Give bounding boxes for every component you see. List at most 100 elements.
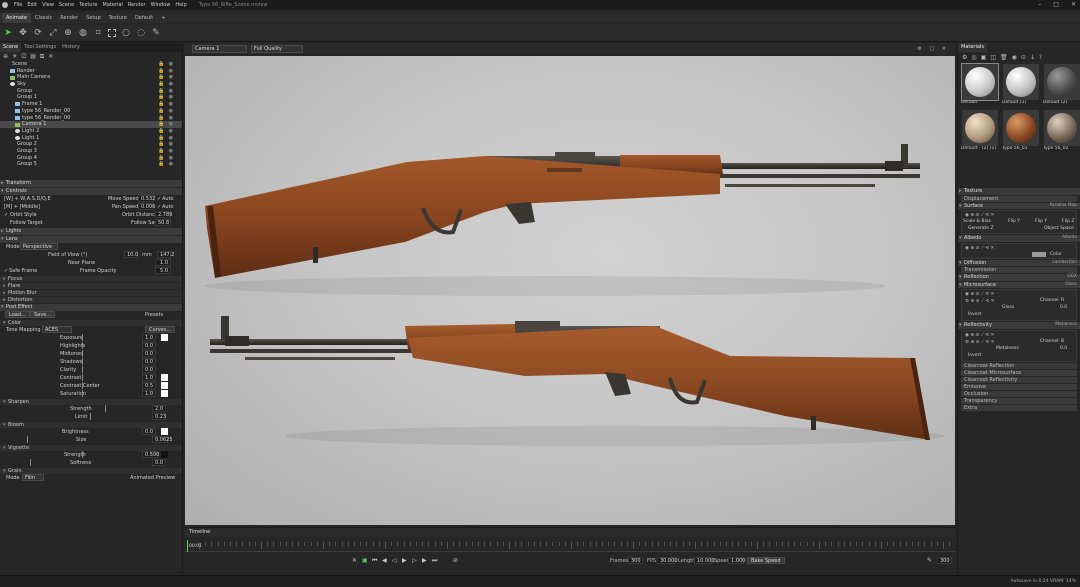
- workspace-tab-classic[interactable]: Classic: [31, 13, 56, 23]
- material-pick-icon[interactable]: ⊙: [1021, 54, 1026, 61]
- section-lights[interactable]: Lights: [0, 228, 182, 235]
- color-row-slider[interactable]: [82, 350, 83, 357]
- outline-item[interactable]: Group 3 🔒●: [0, 148, 182, 155]
- move-icon[interactable]: ✥: [18, 28, 28, 39]
- frames-field[interactable]: 300: [628, 557, 643, 564]
- material-folder-icon[interactable]: ◫: [990, 54, 996, 61]
- sharpen-strength-slider[interactable]: [105, 405, 106, 412]
- next-key-icon[interactable]: ▶: [422, 557, 427, 564]
- add-object-icon[interactable]: ⊕: [3, 53, 8, 60]
- scale-icon[interactable]: ⤢: [48, 28, 58, 39]
- outline-item[interactable]: Group 1 🔒●: [0, 94, 182, 101]
- vignette-softness-field[interactable]: 0.0: [152, 459, 166, 466]
- presets-button[interactable]: Presets: [145, 312, 163, 318]
- outline-item[interactable]: Group 2 🔒●: [0, 141, 182, 148]
- key-icon[interactable]: ✎: [927, 557, 932, 564]
- flip-z-label[interactable]: Flip Z: [1062, 219, 1074, 224]
- close-icon[interactable]: ✕: [1071, 0, 1076, 10]
- group-icon[interactable]: ▤: [30, 53, 36, 60]
- section-albedo[interactable]: Albedo Albedo: [958, 235, 1080, 242]
- outline-item[interactable]: Sky 🔒●: [0, 81, 182, 88]
- orbit-distance-field[interactable]: 2.789: [155, 211, 172, 218]
- fov-field[interactable]: 10.0: [124, 251, 138, 258]
- vignette-softness-slider[interactable]: [30, 459, 31, 466]
- section-texture[interactable]: Texture: [958, 188, 1080, 195]
- workspace-tab-render[interactable]: Render: [56, 13, 82, 23]
- outline-item[interactable]: Render 🔒●: [0, 68, 182, 75]
- color-row-field[interactable]: 0.0: [142, 350, 156, 357]
- orbit-style-checkbox[interactable]: ✓: [4, 212, 8, 218]
- maximize-icon[interactable]: □: [1053, 0, 1059, 10]
- bloom-size-field[interactable]: 0.0625: [152, 436, 173, 443]
- vignette-strength-slider[interactable]: [82, 451, 83, 458]
- albedo-color-swatch[interactable]: [1032, 251, 1046, 257]
- follow-say-field[interactable]: 50.8: [155, 219, 171, 226]
- save-button[interactable]: Save...: [30, 311, 56, 318]
- color-row-field[interactable]: 0.0: [142, 366, 156, 373]
- step-back-icon[interactable]: ◁: [392, 557, 397, 564]
- outline-item[interactable]: Group 🔒●: [0, 88, 182, 95]
- visibility-lock-icons[interactable]: 🔒●: [158, 148, 177, 155]
- visibility-lock-icons[interactable]: 🔒●: [158, 161, 177, 168]
- bake-speed-button[interactable]: Bake Speed: [747, 557, 785, 564]
- outline-item[interactable]: type 56_Render_00 🔒●: [0, 108, 182, 115]
- grain-mode-dropdown[interactable]: Film: [22, 474, 44, 481]
- color-row-swatch[interactable]: [161, 334, 168, 341]
- sphere-icon[interactable]: ◍: [78, 28, 88, 39]
- refl-invert-label[interactable]: Invert: [968, 353, 981, 358]
- load-button[interactable]: Load...: [5, 311, 30, 318]
- section-lens[interactable]: Lens: [0, 236, 182, 243]
- section-emissive[interactable]: Emissive: [961, 383, 1077, 390]
- viewport-maximize-icon[interactable]: □: [929, 46, 937, 52]
- scale-bias-label[interactable]: Scale & Bias: [963, 219, 991, 224]
- material-thumbnail[interactable]: Type 56_01: [1002, 110, 1040, 153]
- menu-item-view[interactable]: View: [42, 2, 54, 8]
- color-row-field[interactable]: 1.0: [142, 390, 156, 397]
- material-duplicate-icon[interactable]: ▣: [981, 54, 987, 61]
- workspace-tab-default[interactable]: Default: [131, 13, 157, 23]
- move-speed-field[interactable]: 0.532: [138, 195, 155, 202]
- viewport-close-icon[interactable]: ✕: [942, 46, 949, 52]
- record-icon[interactable]: ▣: [362, 557, 368, 564]
- playhead[interactable]: [187, 540, 188, 552]
- subsection-motion-blur[interactable]: Motion Blur: [0, 290, 182, 296]
- section-transparency[interactable]: Transparency: [961, 397, 1077, 404]
- refl-channel-dropdown[interactable]: B: [1061, 339, 1064, 344]
- color-row-slider[interactable]: [82, 334, 83, 341]
- vignette-strength-field[interactable]: 0.500: [142, 451, 159, 458]
- object-space-label[interactable]: Object Space: [1044, 226, 1074, 231]
- length-field[interactable]: 10.000: [694, 557, 715, 564]
- loop-icon[interactable]: ✕: [352, 557, 357, 564]
- play-icon[interactable]: ▶: [402, 557, 407, 564]
- material-settings-icon[interactable]: ⚙: [962, 54, 967, 61]
- section-clearcoat-microsurface[interactable]: Clearcoat Microsurface: [961, 369, 1077, 376]
- light-icon[interactable]: ☀: [12, 53, 17, 60]
- camera-icon[interactable]: ⎚: [21, 53, 26, 61]
- menu-item-scene[interactable]: Scene: [59, 2, 74, 8]
- section-controls[interactable]: Controls: [0, 188, 182, 195]
- section-surface[interactable]: Surface Parallax Map: [958, 202, 1080, 210]
- gloss-field[interactable]: 0.0: [1060, 305, 1067, 310]
- menu-item-window[interactable]: Window: [151, 2, 171, 8]
- workspace-tab-texture[interactable]: Texture: [105, 13, 131, 23]
- sharpen-limit-field[interactable]: 0.23: [152, 413, 166, 420]
- material-sphere-icon[interactable]: ◉: [1012, 54, 1017, 61]
- outline-item[interactable]: Group 4 🔒●: [0, 155, 182, 162]
- outline-item[interactable]: Light 2 🔒●: [0, 128, 182, 135]
- select-icon[interactable]: ➤: [3, 28, 13, 39]
- safe-frame-checkbox[interactable]: ✓: [4, 268, 8, 274]
- settings-icon[interactable]: ⊘: [453, 557, 458, 564]
- step-forward-icon[interactable]: ▷: [412, 557, 417, 564]
- menu-item-file[interactable]: File: [14, 2, 22, 8]
- fps-field[interactable]: 30.000: [657, 557, 678, 564]
- outline-item[interactable]: Frame 1 🔒●: [0, 101, 182, 108]
- material-add-icon[interactable]: ◎: [971, 54, 976, 61]
- section-diffusion[interactable]: Diffusion Lambertian: [958, 259, 1080, 266]
- outline-item[interactable]: Light 1 🔒●: [0, 135, 182, 142]
- surface-mode[interactable]: Parallax Map: [1050, 203, 1077, 210]
- visibility-lock-icons[interactable]: 🔒●: [158, 128, 177, 135]
- color-row-field[interactable]: 0.0: [142, 342, 156, 349]
- reflectivity-mode[interactable]: Metalness: [1055, 322, 1077, 329]
- rifle-model-upper[interactable]: [205, 144, 920, 296]
- last-frame-icon[interactable]: ⏭: [432, 557, 437, 565]
